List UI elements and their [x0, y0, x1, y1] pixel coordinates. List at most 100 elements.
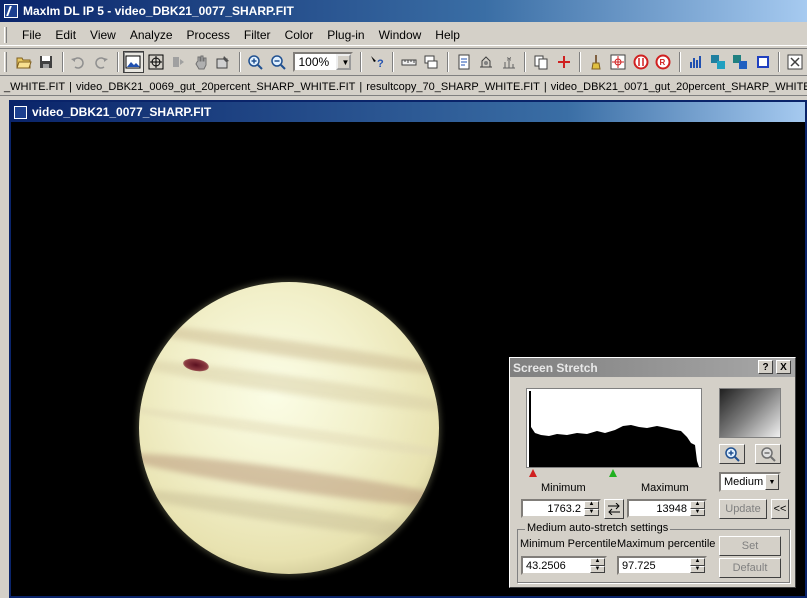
maximum-value: 13948 — [656, 502, 687, 515]
max-percentile-input[interactable]: 97.725 ▲ ▼ — [617, 556, 707, 575]
ruler-icon[interactable] — [398, 51, 419, 73]
maximum-spinner[interactable]: ▲ ▼ — [690, 501, 705, 516]
menu-plugin[interactable]: Plug-in — [320, 25, 371, 45]
toolbar-separator — [61, 52, 64, 72]
maximum-input[interactable]: 13948 ▲ ▼ — [627, 499, 707, 518]
stretch-mode-value: Medium — [724, 476, 764, 488]
minimum-spinner[interactable]: ▲ ▼ — [584, 501, 599, 516]
chevron-down-icon[interactable]: ▼ — [335, 54, 351, 70]
svg-text:?: ? — [377, 58, 384, 70]
screen-stretch-title-bar[interactable]: Screen Stretch ? X — [510, 358, 795, 377]
zoom-select[interactable]: 100% ▼ — [292, 52, 353, 72]
close-button[interactable]: X — [776, 360, 791, 374]
toolbar-separator — [447, 52, 450, 72]
preview-zoom-out-button[interactable] — [755, 444, 781, 464]
maximum-label: Maximum — [641, 482, 689, 494]
toolbar-separator — [678, 52, 681, 72]
open-icon[interactable] — [13, 51, 34, 73]
measure-icon[interactable]: M — [498, 51, 519, 73]
file-tab-strip: _WHITE.FIT | video_DBK21_0069_gut_20perc… — [0, 78, 807, 96]
menu-window[interactable]: Window — [372, 25, 429, 45]
menu-file[interactable]: File — [15, 25, 48, 45]
image-window-icon — [14, 105, 27, 119]
file-tab[interactable]: video_DBK21_0071_gut_20percent_SHARP_WHI… — [547, 81, 807, 93]
toolbar-separator — [116, 52, 119, 72]
maximum-marker[interactable] — [609, 469, 617, 477]
blue-tiles-icon[interactable] — [730, 51, 751, 73]
color-tiles-icon[interactable] — [707, 51, 728, 73]
minimum-input[interactable]: 1763.2 ▲ ▼ — [521, 499, 601, 518]
set-button[interactable]: Set — [719, 536, 781, 556]
save-icon[interactable] — [35, 51, 56, 73]
menu-edit[interactable]: Edit — [48, 25, 83, 45]
brush-icon[interactable] — [585, 51, 606, 73]
menu-color[interactable]: Color — [278, 25, 321, 45]
minimum-value: 1763.2 — [547, 502, 581, 515]
minimum-marker[interactable] — [529, 469, 537, 477]
crosshair-select-icon[interactable] — [145, 51, 166, 73]
histogram-icon[interactable] — [685, 51, 706, 73]
toolbar-grip — [4, 52, 7, 72]
pan-icon[interactable] — [167, 51, 188, 73]
hand-icon[interactable] — [190, 51, 211, 73]
zoom-in-icon — [725, 447, 740, 462]
min-percentile-label: Minimum Percentile — [520, 538, 617, 550]
calibrate-icon[interactable] — [476, 51, 497, 73]
histogram[interactable] — [526, 388, 702, 468]
min-percentile-spinner[interactable]: ▲ ▼ — [590, 558, 605, 573]
add-icon[interactable] — [553, 51, 574, 73]
jupiter-image — [139, 282, 439, 574]
file-tab[interactable]: video_DBK21_0069_gut_20percent_SHARP_WHI… — [72, 81, 359, 93]
file-tab[interactable]: _WHITE.FIT — [0, 81, 69, 93]
max-percentile-value: 97.725 — [622, 559, 656, 572]
app-icon — [4, 4, 18, 18]
menu-analyze[interactable]: Analyze — [123, 25, 180, 45]
menu-process[interactable]: Process — [180, 25, 237, 45]
redo-icon[interactable] — [90, 51, 111, 73]
toolbar-separator — [579, 52, 582, 72]
max-percentile-label: Maximum percentile — [617, 538, 716, 550]
update-button[interactable]: Update — [719, 499, 767, 519]
copy-icon[interactable] — [530, 51, 551, 73]
collapse-button[interactable]: << — [771, 499, 789, 519]
stretch-preview — [719, 388, 781, 438]
menu-filter[interactable]: Filter — [237, 25, 278, 45]
image-select-icon[interactable] — [122, 51, 145, 73]
histogram-plot — [529, 391, 699, 467]
menu-view[interactable]: View — [83, 25, 123, 45]
title-bar: MaxIm DL IP 5 - video_DBK21_0077_SHARP.F… — [0, 0, 807, 22]
undo-icon[interactable] — [68, 51, 89, 73]
max-percentile-spinner[interactable]: ▲ ▼ — [690, 558, 705, 573]
zoom-in-icon[interactable] — [245, 51, 266, 73]
help-button[interactable]: ? — [758, 360, 773, 374]
settings-icon[interactable] — [212, 51, 233, 73]
stack-icon[interactable] — [421, 51, 442, 73]
record-icon[interactable]: R — [652, 51, 673, 73]
chevron-down-icon[interactable]: ▼ — [765, 474, 779, 490]
min-percentile-value: 43.2506 — [526, 559, 566, 572]
image-window-title-bar[interactable]: video_DBK21_0077_SHARP.FIT — [11, 102, 805, 122]
auto-stretch-group-title: Medium auto-stretch settings — [525, 522, 671, 534]
square-icon[interactable] — [752, 51, 773, 73]
help-icon[interactable]: ? — [366, 51, 387, 73]
window-title: MaxIm DL IP 5 - video_DBK21_0077_SHARP.F… — [23, 4, 294, 18]
screen-stretch-title: Screen Stretch — [513, 360, 598, 375]
zoom-out-icon[interactable] — [267, 51, 288, 73]
file-tab[interactable]: resultcopy_70_SHARP_WHITE.FIT — [362, 81, 544, 93]
zoom-out-icon — [761, 447, 776, 462]
maxim-dl-window: MaxIm DL IP 5 - video_DBK21_0077_SHARP.F… — [0, 0, 807, 598]
min-percentile-input[interactable]: 43.2506 ▲ ▼ — [521, 556, 607, 575]
document-icon[interactable] — [453, 51, 474, 73]
stretch-mode-select[interactable]: Medium ▼ — [719, 472, 781, 492]
close-icon[interactable] — [784, 51, 805, 73]
target-icon[interactable] — [608, 51, 629, 73]
image-window-title: video_DBK21_0077_SHARP.FIT — [32, 105, 212, 119]
menu-bar: File Edit View Analyze Process Filter Co… — [0, 24, 807, 46]
stop-icon[interactable] — [630, 51, 651, 73]
default-button[interactable]: Default — [719, 558, 781, 578]
toolbar-separator — [359, 52, 362, 72]
swap-button[interactable] — [604, 499, 624, 519]
preview-zoom-in-button[interactable] — [719, 444, 745, 464]
toolbar-separator — [238, 52, 241, 72]
menu-help[interactable]: Help — [428, 25, 467, 45]
